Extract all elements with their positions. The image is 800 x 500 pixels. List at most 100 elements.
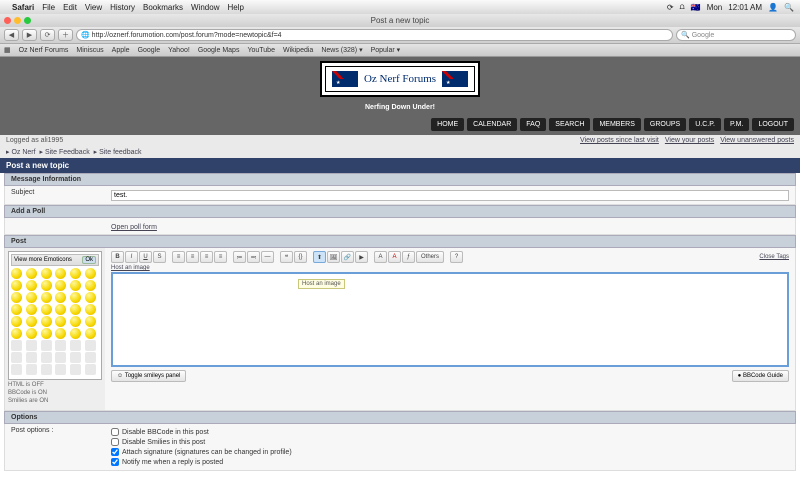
sync-icon[interactable]: ⟳ [667,3,674,12]
smiley[interactable] [70,352,81,363]
menu-edit[interactable]: Edit [63,3,77,12]
smiley[interactable] [55,280,66,291]
bookmark-item[interactable]: Google [138,47,161,54]
close-tags-link[interactable]: Close Tags [759,254,789,260]
bookmark-item[interactable]: News (328) ▾ [321,46,362,54]
link-unanswered[interactable]: View unanswered posts [720,137,794,144]
others-button[interactable]: Others [416,251,444,263]
smiley[interactable] [55,304,66,315]
close-window-button[interactable] [4,17,11,24]
smiley[interactable] [55,340,66,351]
image-host-button[interactable]: ⬆ [313,251,326,263]
align-left-button[interactable]: ≡ [172,251,185,263]
bookmark-item[interactable]: Miniscus [76,47,103,54]
align-justify-button[interactable]: ≡ [214,251,227,263]
strike-button[interactable]: S [153,251,166,263]
smiley[interactable] [41,340,52,351]
search-field[interactable]: 🔍Google [676,29,796,41]
opt-disable-smilies-checkbox[interactable] [111,438,119,446]
menu-history[interactable]: History [110,3,135,12]
smiley[interactable] [41,328,52,339]
menu-view[interactable]: View [85,3,102,12]
bookmark-item[interactable]: Apple [112,47,130,54]
smiley[interactable] [55,352,66,363]
smiley[interactable] [26,340,37,351]
smiley[interactable] [26,316,37,327]
italic-button[interactable]: I [125,251,138,263]
menu-help[interactable]: Help [227,3,243,12]
nav-pm[interactable]: P.M. [724,118,750,131]
opt-attach-signature-checkbox[interactable] [111,448,119,456]
smiley[interactable] [11,316,22,327]
smiley[interactable] [55,268,66,279]
smiley[interactable] [85,316,96,327]
flag-icon[interactable]: 🇦🇺 [691,3,701,12]
link-button[interactable]: 🔗 [341,251,354,263]
opt-disable-bbcode[interactable]: Disable BBCode in this post [111,427,789,437]
bookmark-item[interactable]: Google Maps [198,47,240,54]
nav-calendar[interactable]: CALENDAR [467,118,517,131]
nav-home[interactable]: HOME [431,118,464,131]
nav-logout[interactable]: LOGOUT [752,118,794,131]
nav-faq[interactable]: FAQ [520,118,546,131]
hr-button[interactable]: — [261,251,274,263]
nav-search[interactable]: SEARCH [549,118,590,131]
smiley[interactable] [70,280,81,291]
opt-notify-reply-checkbox[interactable] [111,458,119,466]
nav-groups[interactable]: GROUPS [644,118,686,131]
smiley[interactable] [11,352,22,363]
crumb[interactable]: Oz Nerf [11,149,35,156]
list-button[interactable]: ≔ [233,251,246,263]
smiley[interactable] [70,316,81,327]
bookmark-item[interactable]: Oz Nerf Forums [19,47,69,54]
smiley[interactable] [11,304,22,315]
crumb[interactable]: Site Feedback [45,149,90,156]
smileys-ok-button[interactable]: Ok [82,256,96,264]
smiley[interactable] [85,364,96,375]
underline-button[interactable]: U [139,251,152,263]
open-poll-link[interactable]: Open poll form [111,224,157,231]
smiley[interactable] [26,364,37,375]
smiley[interactable] [70,292,81,303]
subject-input[interactable] [111,190,789,201]
link-your-posts[interactable]: View your posts [665,137,714,144]
menu-window[interactable]: Window [191,3,219,12]
address-bar[interactable]: 🌐 http://oznerf.forumotion.com/post.foru… [76,29,673,41]
app-name[interactable]: Safari [12,3,34,12]
nav-ucp[interactable]: U.C.P. [689,118,721,131]
smiley[interactable] [70,268,81,279]
smiley[interactable] [85,328,96,339]
host-image-link[interactable]: Host an image [111,265,789,271]
smiley[interactable] [11,292,22,303]
smiley[interactable] [70,328,81,339]
bookmarks-menu-icon[interactable]: ▦ [4,46,11,54]
smiley[interactable] [11,328,22,339]
smiley[interactable] [41,352,52,363]
reload-button[interactable]: ⟳ [40,29,55,41]
link-posts-since-visit[interactable]: View posts since last visit [580,137,659,144]
image-button[interactable]: 🖼 [327,251,340,263]
smiley[interactable] [11,364,22,375]
help-button[interactable]: ? [450,251,463,263]
bookmark-item[interactable]: Wikipedia [283,47,313,54]
quote-button[interactable]: ❝ [280,251,293,263]
nav-members[interactable]: MEMBERS [593,118,640,131]
minimize-window-button[interactable] [14,17,21,24]
video-button[interactable]: ▶ [355,251,368,263]
opt-attach-signature[interactable]: Attach signature (signatures can be chan… [111,447,789,457]
font-family-button[interactable]: ƒ [402,251,415,263]
smiley[interactable] [55,328,66,339]
smiley[interactable] [26,304,37,315]
opt-disable-bbcode-checkbox[interactable] [111,428,119,436]
menu-bookmarks[interactable]: Bookmarks [143,3,183,12]
smiley[interactable] [41,304,52,315]
smiley[interactable] [41,316,52,327]
smiley[interactable] [85,280,96,291]
font-color-button[interactable]: A [388,251,401,263]
smiley[interactable] [70,340,81,351]
site-logo[interactable]: Oz Nerf Forums [320,61,480,97]
smiley[interactable] [41,292,52,303]
bbcode-guide-button[interactable]: ● BBCode Guide [732,370,789,382]
smiley[interactable] [85,268,96,279]
smiley[interactable] [85,292,96,303]
